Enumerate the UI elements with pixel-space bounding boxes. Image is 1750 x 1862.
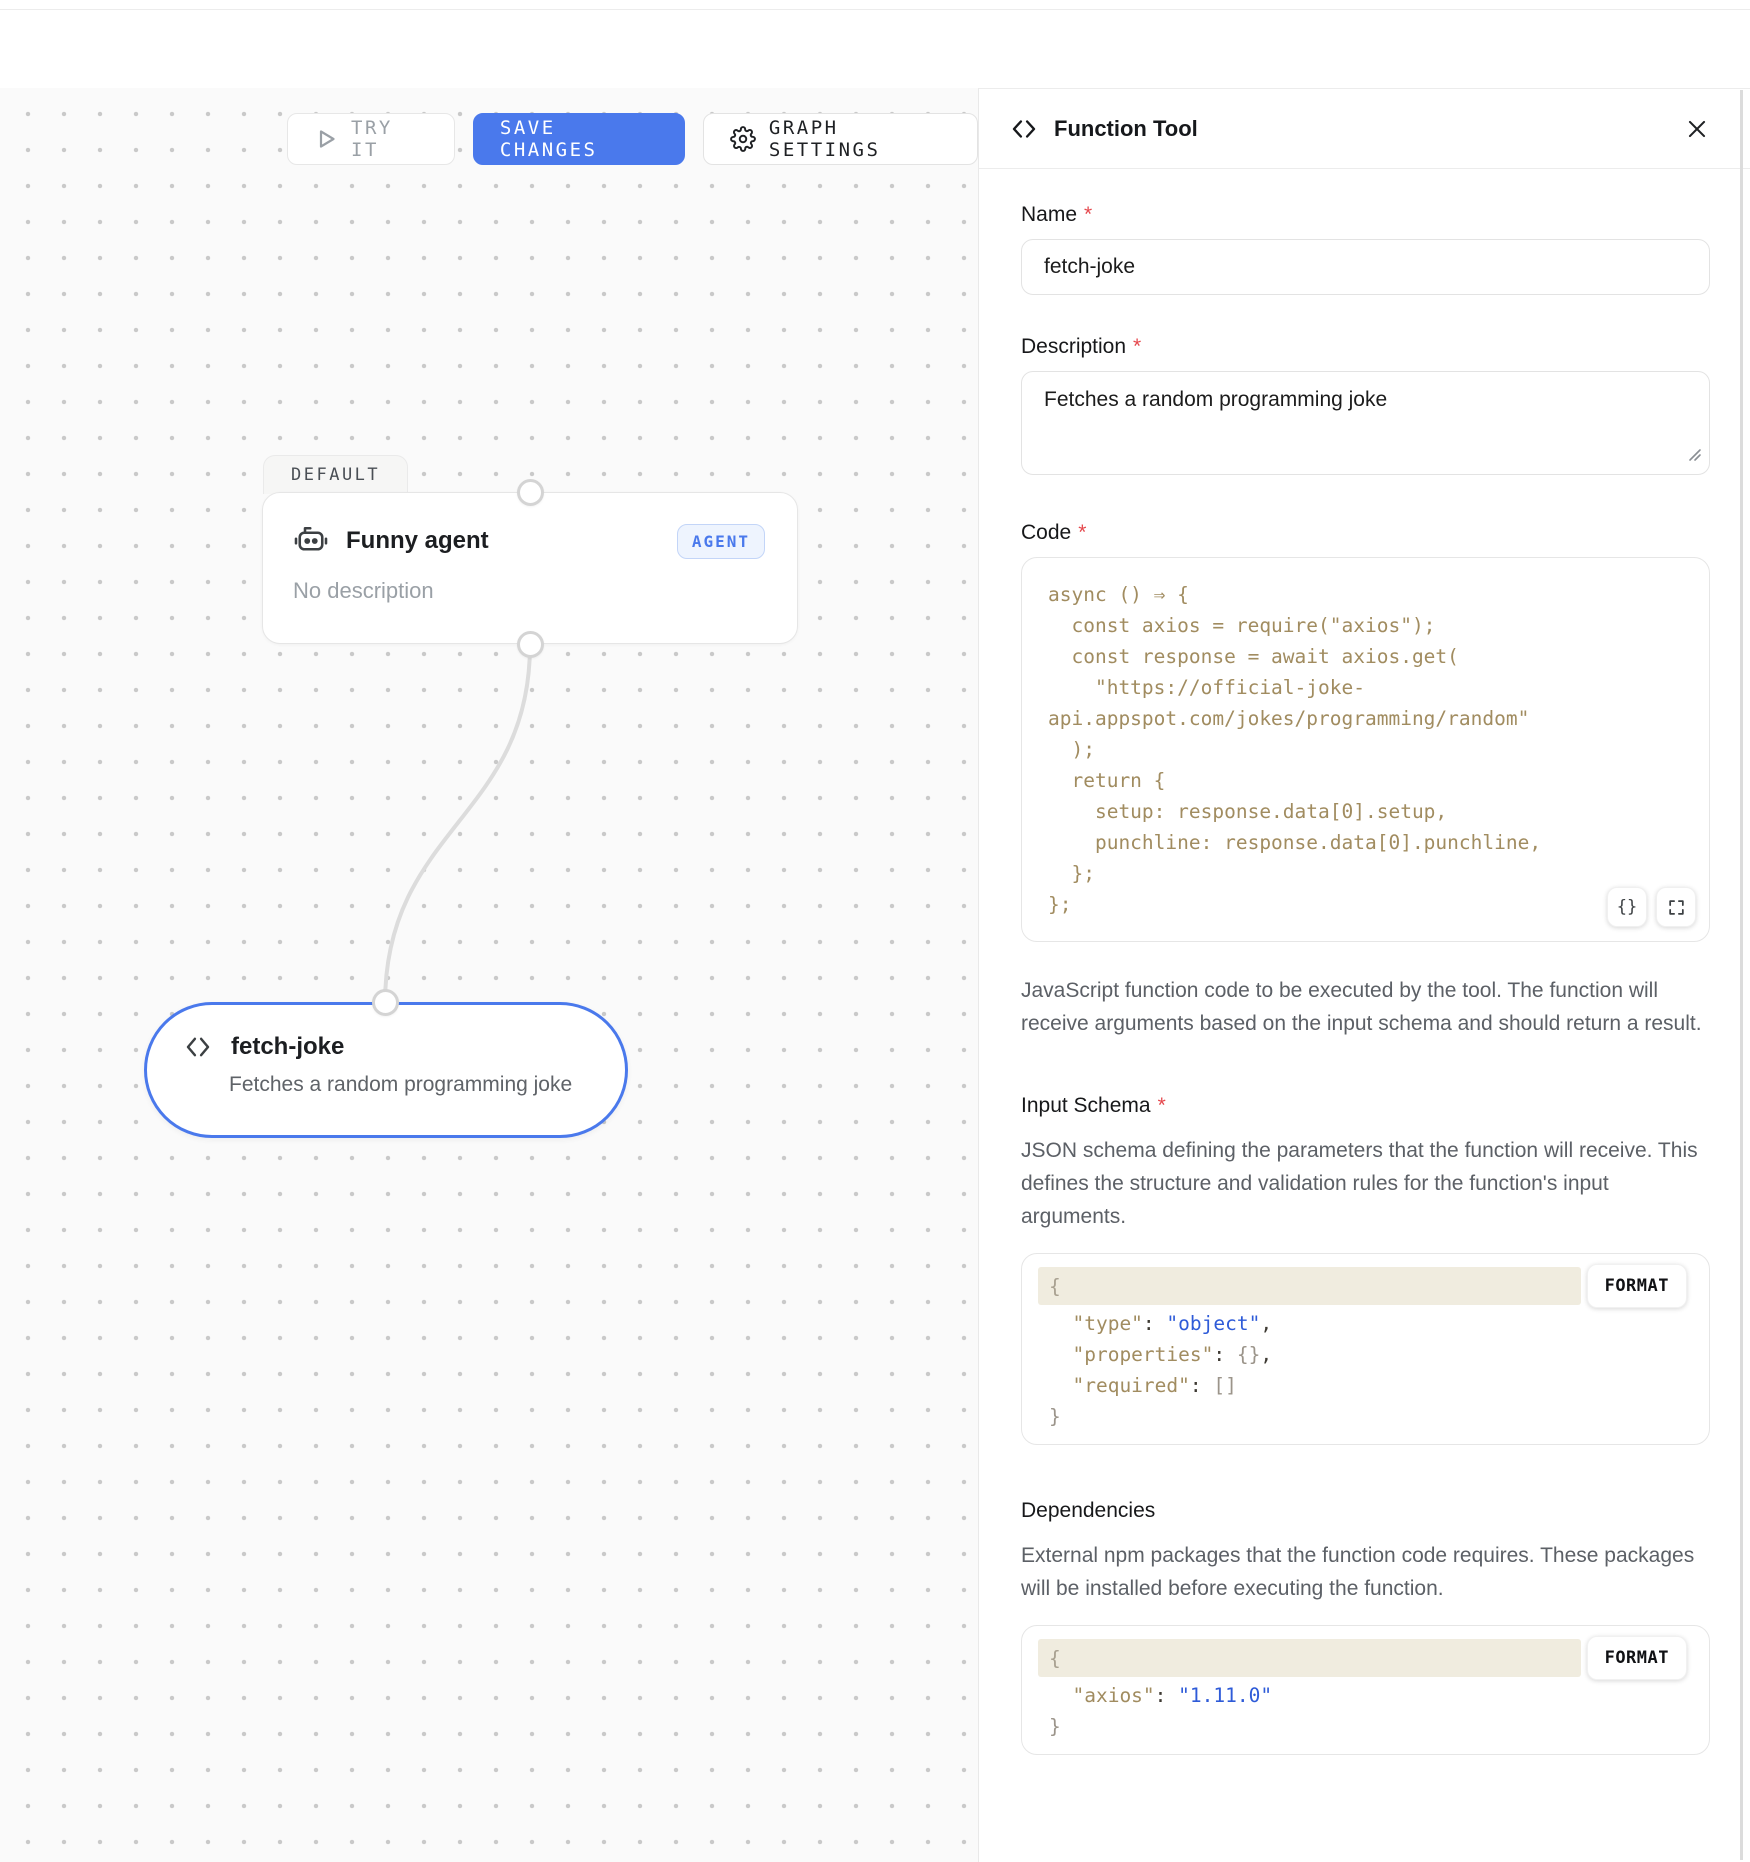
top-divider	[0, 9, 1750, 10]
code-field-label: Code *	[1021, 521, 1710, 545]
agent-top-connector[interactable]	[517, 479, 544, 506]
robot-icon	[293, 523, 329, 559]
try-it-label: TRY IT	[351, 117, 428, 161]
app-window: TRY IT SAVE CHANGES GRAPH SETTINGS DEFAU…	[0, 0, 1750, 1862]
name-input[interactable]	[1021, 239, 1710, 295]
input-schema-editor[interactable]: { FORMAT "type": "object", "properties":…	[1021, 1253, 1710, 1445]
default-tab-label: DEFAULT	[291, 465, 380, 485]
name-field-label: Name *	[1021, 203, 1710, 227]
function-tool-panel: Function Tool Name * Description * Fetch…	[978, 88, 1750, 1862]
name-required-mark: *	[1084, 203, 1092, 227]
function-tool-icon	[1009, 114, 1039, 144]
input-schema-label: Input Schema *	[1021, 1094, 1710, 1118]
description-field-label: Description *	[1021, 335, 1710, 359]
agent-bottom-connector[interactable]	[517, 631, 544, 658]
panel-title: Function Tool	[1054, 116, 1198, 142]
save-changes-button[interactable]: SAVE CHANGES	[473, 113, 685, 165]
input-schema-section: Input Schema * JSON schema defining the …	[1021, 1094, 1710, 1445]
tool-node-description: Fetches a random programming joke	[229, 1073, 589, 1097]
tool-top-connector[interactable]	[372, 989, 399, 1016]
close-panel-button[interactable]	[1680, 112, 1714, 146]
code-help-text: JavaScript function code to be executed …	[1021, 974, 1710, 1040]
tool-node-fetch-joke[interactable]: fetch-joke Fetches a random programming …	[144, 1002, 628, 1138]
code-editor-content[interactable]: async () ⇒ { const axios = require("axio…	[1048, 579, 1691, 920]
format-braces-button[interactable]: {}	[1607, 887, 1647, 927]
dependencies-label: Dependencies	[1021, 1499, 1710, 1523]
description-required-mark: *	[1133, 335, 1141, 359]
dependencies-label-text: Dependencies	[1021, 1499, 1155, 1523]
expand-editor-button[interactable]	[1656, 887, 1696, 927]
agent-type-badge: AGENT	[677, 524, 765, 559]
panel-header: Function Tool	[979, 88, 1750, 169]
graph-settings-label: GRAPH SETTINGS	[769, 117, 951, 161]
description-textarea[interactable]: Fetches a random programming joke	[1021, 371, 1710, 475]
input-schema-help-text: JSON schema defining the parameters that…	[1021, 1134, 1710, 1233]
input-schema-content[interactable]: "type": "object", "properties": {}, "req…	[1022, 1308, 1709, 1432]
agent-node-description: No description	[263, 559, 797, 604]
dependencies-editor[interactable]: { FORMAT "axios": "1.11.0" }	[1021, 1625, 1710, 1755]
dependencies-content[interactable]: "axios": "1.11.0" }	[1022, 1680, 1709, 1742]
resize-handle-icon[interactable]	[1687, 444, 1702, 468]
code-required-mark: *	[1078, 521, 1086, 545]
input-schema-label-text: Input Schema	[1021, 1094, 1151, 1118]
tool-node-title: fetch-joke	[231, 1033, 344, 1061]
braces-icon: {}	[1617, 897, 1637, 917]
graph-tab-default[interactable]: DEFAULT	[263, 455, 408, 494]
dependencies-help-text: External npm packages that the function …	[1021, 1539, 1710, 1605]
graph-canvas[interactable]: TRY IT SAVE CHANGES GRAPH SETTINGS DEFAU…	[0, 88, 978, 1862]
dependencies-section: Dependencies External npm packages that …	[1021, 1499, 1710, 1755]
agent-node-title: Funny agent	[346, 527, 489, 555]
expand-icon	[1667, 898, 1686, 917]
panel-body: Name * Description * Fetches a random pr…	[979, 169, 1750, 1755]
canvas-toolbar: TRY IT SAVE CHANGES GRAPH SETTINGS	[287, 113, 978, 165]
code-label-text: Code	[1021, 521, 1071, 545]
try-it-button[interactable]: TRY IT	[287, 113, 455, 165]
code-editor[interactable]: async () ⇒ { const axios = require("axio…	[1021, 557, 1710, 942]
play-icon	[314, 127, 338, 151]
agent-node[interactable]: Funny agent AGENT No description	[262, 492, 798, 644]
description-label-text: Description	[1021, 335, 1126, 359]
graph-settings-button[interactable]: GRAPH SETTINGS	[703, 113, 978, 165]
code-icon	[183, 1032, 213, 1062]
save-changes-label: SAVE CHANGES	[500, 117, 658, 161]
input-schema-required-mark: *	[1158, 1094, 1166, 1118]
gear-icon	[730, 126, 756, 152]
code-editor-actions: {}	[1607, 887, 1696, 927]
description-value: Fetches a random programming joke	[1044, 388, 1387, 411]
close-icon	[1684, 116, 1710, 142]
input-schema-active-line[interactable]: {	[1038, 1267, 1581, 1305]
input-schema-format-button[interactable]: FORMAT	[1587, 1264, 1687, 1308]
dependencies-format-button[interactable]: FORMAT	[1587, 1636, 1687, 1680]
dependencies-active-line[interactable]: {	[1038, 1639, 1581, 1677]
node-edge	[0, 88, 978, 1862]
name-label-text: Name	[1021, 203, 1077, 227]
panel-scrollbar[interactable]	[1740, 90, 1743, 1860]
